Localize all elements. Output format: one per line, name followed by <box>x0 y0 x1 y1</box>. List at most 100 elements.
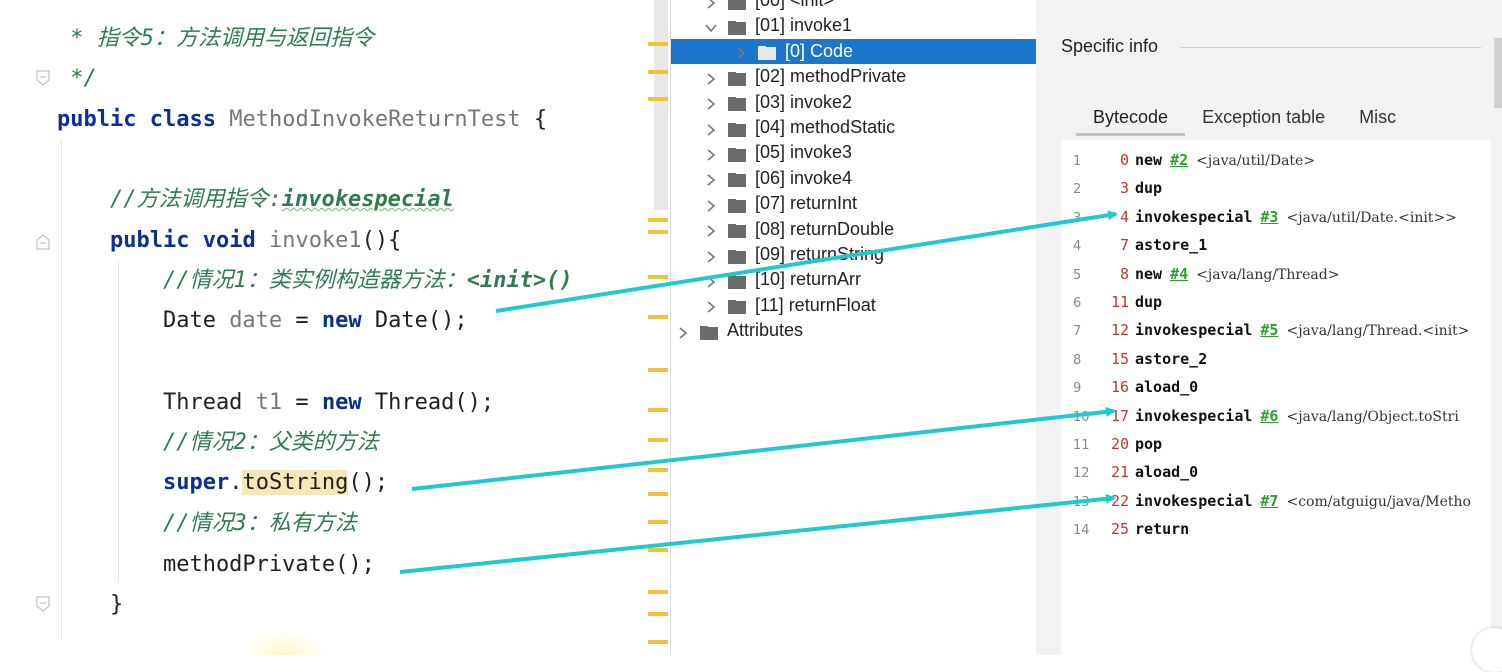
tree-node[interactable]: [07] returnInt <box>703 191 857 216</box>
chevron-right-icon[interactable] <box>675 323 691 339</box>
bytecode-listing[interactable]: 1 0 new #2 <java/util/Date> 2 3 dup 3 4 invokespec… <box>1061 140 1491 655</box>
bytecode-line[interactable]: 1 0 new #2 <java/util/Date> <box>1061 146 1315 174</box>
code-line[interactable]: public class MethodInvokeReturnTest { <box>57 103 547 137</box>
fold-marker-icon[interactable] <box>36 70 50 86</box>
code-line[interactable]: //情况2：父类的方法 <box>57 426 379 460</box>
chevron-down-icon[interactable] <box>703 18 719 34</box>
bytecode-line[interactable]: 12 21 aload_0 <box>1061 458 1198 486</box>
chevron-right-icon[interactable] <box>703 221 719 237</box>
error-stripe-marker[interactable] <box>648 640 668 644</box>
code-token: { <box>520 107 548 132</box>
error-stripe-marker[interactable] <box>648 438 668 442</box>
code-line[interactable]: public void invoke1(){ <box>57 224 401 258</box>
folder-icon <box>727 297 747 315</box>
opcode: aload_0 <box>1135 463 1199 482</box>
error-stripe-marker[interactable] <box>648 368 668 372</box>
code-line[interactable]: //方法调用指令:invokespecial <box>57 183 454 217</box>
tree-node[interactable]: [00] <init> <box>703 0 834 13</box>
bytecode-line[interactable]: 5 8 new #4 <java/lang/Thread> <box>1061 260 1339 288</box>
chevron-right-icon[interactable] <box>703 94 719 110</box>
error-stripe-marker[interactable] <box>648 590 668 594</box>
error-stripe-marker[interactable] <box>648 468 668 472</box>
opcode: astore_2 <box>1135 349 1208 368</box>
chevron-right-icon[interactable] <box>703 247 719 263</box>
code-line[interactable]: //情况3：私有方法 <box>57 507 357 541</box>
folder-icon <box>727 196 747 213</box>
line-number: 5 <box>1073 267 1082 283</box>
bytecode-line[interactable]: 8 15 astore_2 <box>1061 345 1207 373</box>
bytecode-offset: 16 <box>1110 378 1129 397</box>
code-line[interactable]: methodPrivate(); <box>57 548 375 582</box>
bytecode-line[interactable]: 6 11 dup <box>1061 288 1162 316</box>
opcode: pop <box>1135 435 1163 453</box>
tree-node[interactable]: [09] returnString <box>703 242 884 267</box>
chevron-right-icon[interactable] <box>703 120 719 136</box>
chevron-right-icon[interactable] <box>703 297 719 313</box>
bytecode-line[interactable]: 13 22 invokespecial #7 <com/atguigu/java/Met… <box>1061 487 1471 515</box>
tab-bytecode[interactable]: Bytecode <box>1076 102 1186 136</box>
editor-scrollbar[interactable] <box>654 0 668 210</box>
error-stripe-marker[interactable] <box>648 612 668 616</box>
code-line[interactable]: * 指令5：方法调用与返回指令 <box>57 22 374 56</box>
bytecode-line[interactable]: 7 12 invokespecial #5 <java/lang/Thread.<ini… <box>1061 316 1470 344</box>
error-stripe-marker[interactable] <box>648 42 668 46</box>
error-stripe-marker[interactable] <box>648 70 668 74</box>
tree-node[interactable]: [01] invoke1 <box>703 13 852 38</box>
fold-marker-icon[interactable] <box>36 234 50 250</box>
code-line[interactable]: */ <box>57 62 97 96</box>
constant-pool-ref[interactable]: #4 <box>1170 265 1188 283</box>
tree-node[interactable]: [06] invoke4 <box>703 166 852 191</box>
bytecode-line[interactable]: 3 4 invokespecial #3 <java/util/Date.<init>> <box>1061 203 1457 231</box>
bytecode-line[interactable]: 2 3 dup <box>1061 174 1162 202</box>
class-structure-tree[interactable]: [00] <init> [01] invoke1 [0] Code [02] meth… <box>670 0 1037 655</box>
error-stripe-marker[interactable] <box>648 315 668 319</box>
error-stripe-marker[interactable] <box>648 275 668 279</box>
error-stripe-marker[interactable] <box>648 230 668 234</box>
code-line[interactable]: super.toString(); <box>57 466 388 500</box>
code-line[interactable]: } <box>57 588 123 622</box>
error-stripe-marker[interactable] <box>648 548 668 552</box>
tree-node[interactable]: [11] returnFloat <box>703 293 876 318</box>
code-line[interactable]: Thread t1 = new Thread(); <box>57 386 494 420</box>
bytecode-line[interactable]: 14 25 return <box>1061 515 1189 543</box>
panel-scrollbar[interactable] <box>1494 38 1502 108</box>
tree-node[interactable]: [0] Code <box>671 38 1037 64</box>
tab-exception-table[interactable]: Exception table <box>1185 102 1342 136</box>
chevron-right-icon[interactable] <box>703 196 719 212</box>
tree-node[interactable]: [05] invoke3 <box>703 140 852 165</box>
tab-misc[interactable]: Misc <box>1342 102 1413 136</box>
bytecode-comment: <com/atguigu/java/Metho <box>1286 493 1471 510</box>
chevron-right-icon[interactable] <box>703 272 719 288</box>
error-stripe-marker[interactable] <box>648 520 668 524</box>
chevron-right-icon[interactable] <box>703 0 719 9</box>
constant-pool-ref[interactable]: #3 <box>1260 208 1278 226</box>
tree-node[interactable]: Attributes <box>675 318 803 343</box>
constant-pool-ref[interactable]: #5 <box>1260 321 1278 339</box>
tree-node[interactable]: [04] methodStatic <box>703 115 895 140</box>
chevron-right-icon[interactable] <box>703 170 719 186</box>
tree-node[interactable]: [10] returnArr <box>703 267 861 292</box>
chevron-right-icon[interactable] <box>703 145 719 161</box>
code-line[interactable]: Date date = new Date(); <box>57 304 468 338</box>
error-stripe-marker[interactable] <box>648 97 668 101</box>
fold-marker-icon[interactable] <box>36 596 50 612</box>
tree-node[interactable]: [08] returnDouble <box>703 217 894 242</box>
error-stripe-marker[interactable] <box>648 408 668 412</box>
chevron-right-icon[interactable] <box>733 43 749 59</box>
bytecode-line[interactable]: 9 16 aload_0 <box>1061 373 1198 401</box>
bytecode-line[interactable]: 11 20 pop <box>1061 430 1162 458</box>
error-stripe-marker[interactable] <box>648 218 668 222</box>
code-line[interactable]: //情况1：类实例构造器方法：<init>() <box>57 264 573 298</box>
tree-node[interactable]: [03] invoke2 <box>703 90 852 115</box>
bytecode-line[interactable]: 10 17 invokespecial #6 <java/lang/Object.toS… <box>1061 402 1459 430</box>
constant-pool-ref[interactable]: #2 <box>1170 151 1188 169</box>
bytecode-line[interactable]: 4 7 astore_1 <box>1061 231 1207 259</box>
error-stripe-marker[interactable] <box>648 492 668 496</box>
code-editor[interactable]: * 指令5：方法调用与返回指令 */ public class MethodInv… <box>0 0 670 655</box>
floating-action-button[interactable] <box>1472 628 1502 672</box>
tree-node[interactable]: [02] methodPrivate <box>703 64 906 89</box>
chevron-right-icon[interactable] <box>703 69 719 85</box>
constant-pool-ref[interactable]: #6 <box>1260 407 1278 425</box>
constant-pool-ref[interactable]: #7 <box>1260 492 1278 510</box>
